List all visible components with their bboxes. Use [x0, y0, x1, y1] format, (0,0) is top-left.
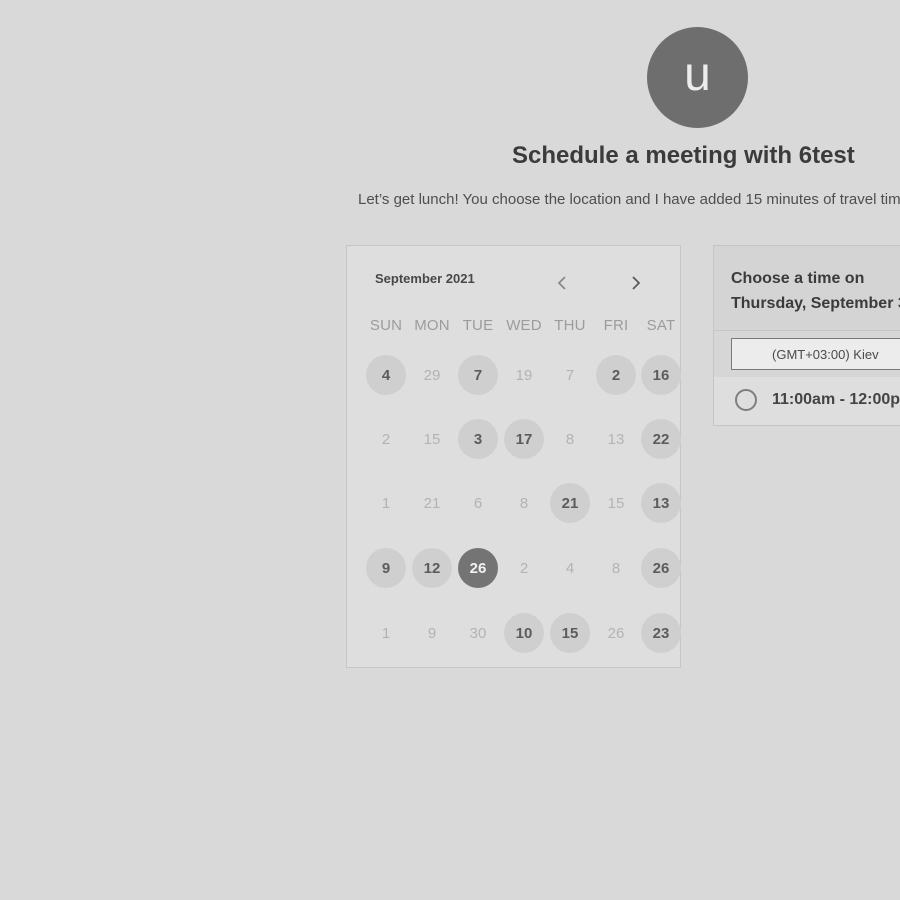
- calendar-day-available[interactable]: 16: [641, 355, 681, 395]
- calendar-day-unavailable: 6: [473, 494, 483, 512]
- calendar-day-unavailable: 8: [565, 430, 575, 448]
- calendar-day-available[interactable]: 23: [641, 613, 681, 653]
- calendar-day-available[interactable]: 9: [366, 548, 406, 588]
- calendar-day-unavailable: 26: [607, 624, 625, 642]
- avatar-initial: u: [684, 47, 711, 101]
- weekday-mon: MON: [414, 317, 450, 334]
- time-panel-header: Choose a time on Thursday, September 30t…: [714, 246, 900, 331]
- calendar-day-unavailable: 29: [423, 366, 441, 384]
- calendar-day-available[interactable]: 13: [641, 483, 681, 523]
- next-month-button[interactable]: [624, 271, 648, 295]
- calendar-day-unavailable: 15: [607, 494, 625, 512]
- timezone-select[interactable]: (GMT+03:00) Kiev: [731, 338, 900, 370]
- calendar-day-available[interactable]: 10: [504, 613, 544, 653]
- weekday-wed: WED: [506, 317, 542, 334]
- timezone-value: (GMT+03:00) Kiev: [772, 347, 879, 362]
- weekday-thu: THU: [554, 317, 586, 334]
- calendar-day-unavailable: 15: [423, 430, 441, 448]
- calendar-day-available[interactable]: 2: [596, 355, 636, 395]
- calendar-day-available[interactable]: 22: [641, 419, 681, 459]
- choose-time-heading: Choose a time on Thursday, September 30t…: [731, 270, 900, 312]
- calendar-day-unavailable: 13: [607, 430, 625, 448]
- calendar-day-available[interactable]: 7: [458, 355, 498, 395]
- prev-month-button[interactable]: [550, 271, 574, 295]
- host-avatar: u: [647, 27, 748, 128]
- timezone-row: (GMT+03:00) Kiev: [714, 331, 900, 377]
- weekday-fri: FRI: [603, 317, 629, 334]
- weekday-sat: SAT: [646, 317, 676, 334]
- calendar-day-available[interactable]: 26: [641, 548, 681, 588]
- calendar-day-unavailable: 9: [427, 624, 437, 642]
- calendar-day-unavailable: 4: [565, 559, 575, 577]
- page-title: Schedule a meeting with 6test: [512, 142, 855, 169]
- meeting-description: Let’s get lunch! You choose the location…: [358, 191, 900, 208]
- calendar-day-available[interactable]: 3: [458, 419, 498, 459]
- calendar-day-unavailable: 1: [381, 494, 391, 512]
- calendar-day-unavailable: 21: [423, 494, 441, 512]
- calendar-day-available[interactable]: 21: [550, 483, 590, 523]
- weekday-tue: TUE: [462, 317, 494, 334]
- chevron-right-icon: [632, 276, 641, 290]
- calendar-day-unavailable: 30: [469, 624, 487, 642]
- chevron-left-icon: [557, 276, 566, 290]
- calendar-day-unavailable: 7: [565, 366, 575, 384]
- calendar-day-unavailable: 1: [381, 624, 391, 642]
- calendar-day-unavailable: 8: [611, 559, 621, 577]
- calendar-day-available[interactable]: 12: [412, 548, 452, 588]
- time-slot-label: 11:00am - 12:00pm: [772, 391, 900, 408]
- calendar-day-available[interactable]: 17: [504, 419, 544, 459]
- weekday-sun: SUN: [369, 317, 403, 334]
- time-slot-option[interactable]: 11:00am - 12:00pm: [714, 377, 900, 425]
- calendar-month-label: September 2021: [375, 271, 475, 286]
- time-panel: Choose a time on Thursday, September 30t…: [713, 245, 900, 426]
- calendar-day-unavailable: 8: [519, 494, 529, 512]
- calendar-day-unavailable: 2: [519, 559, 529, 577]
- calendar-day-available[interactable]: 4: [366, 355, 406, 395]
- calendar-day-selected[interactable]: 26: [458, 548, 498, 588]
- calendar-day-available[interactable]: 15: [550, 613, 590, 653]
- calendar-day-unavailable: 2: [381, 430, 391, 448]
- time-slot-radio[interactable]: [735, 389, 757, 411]
- calendar-day-unavailable: 19: [515, 366, 533, 384]
